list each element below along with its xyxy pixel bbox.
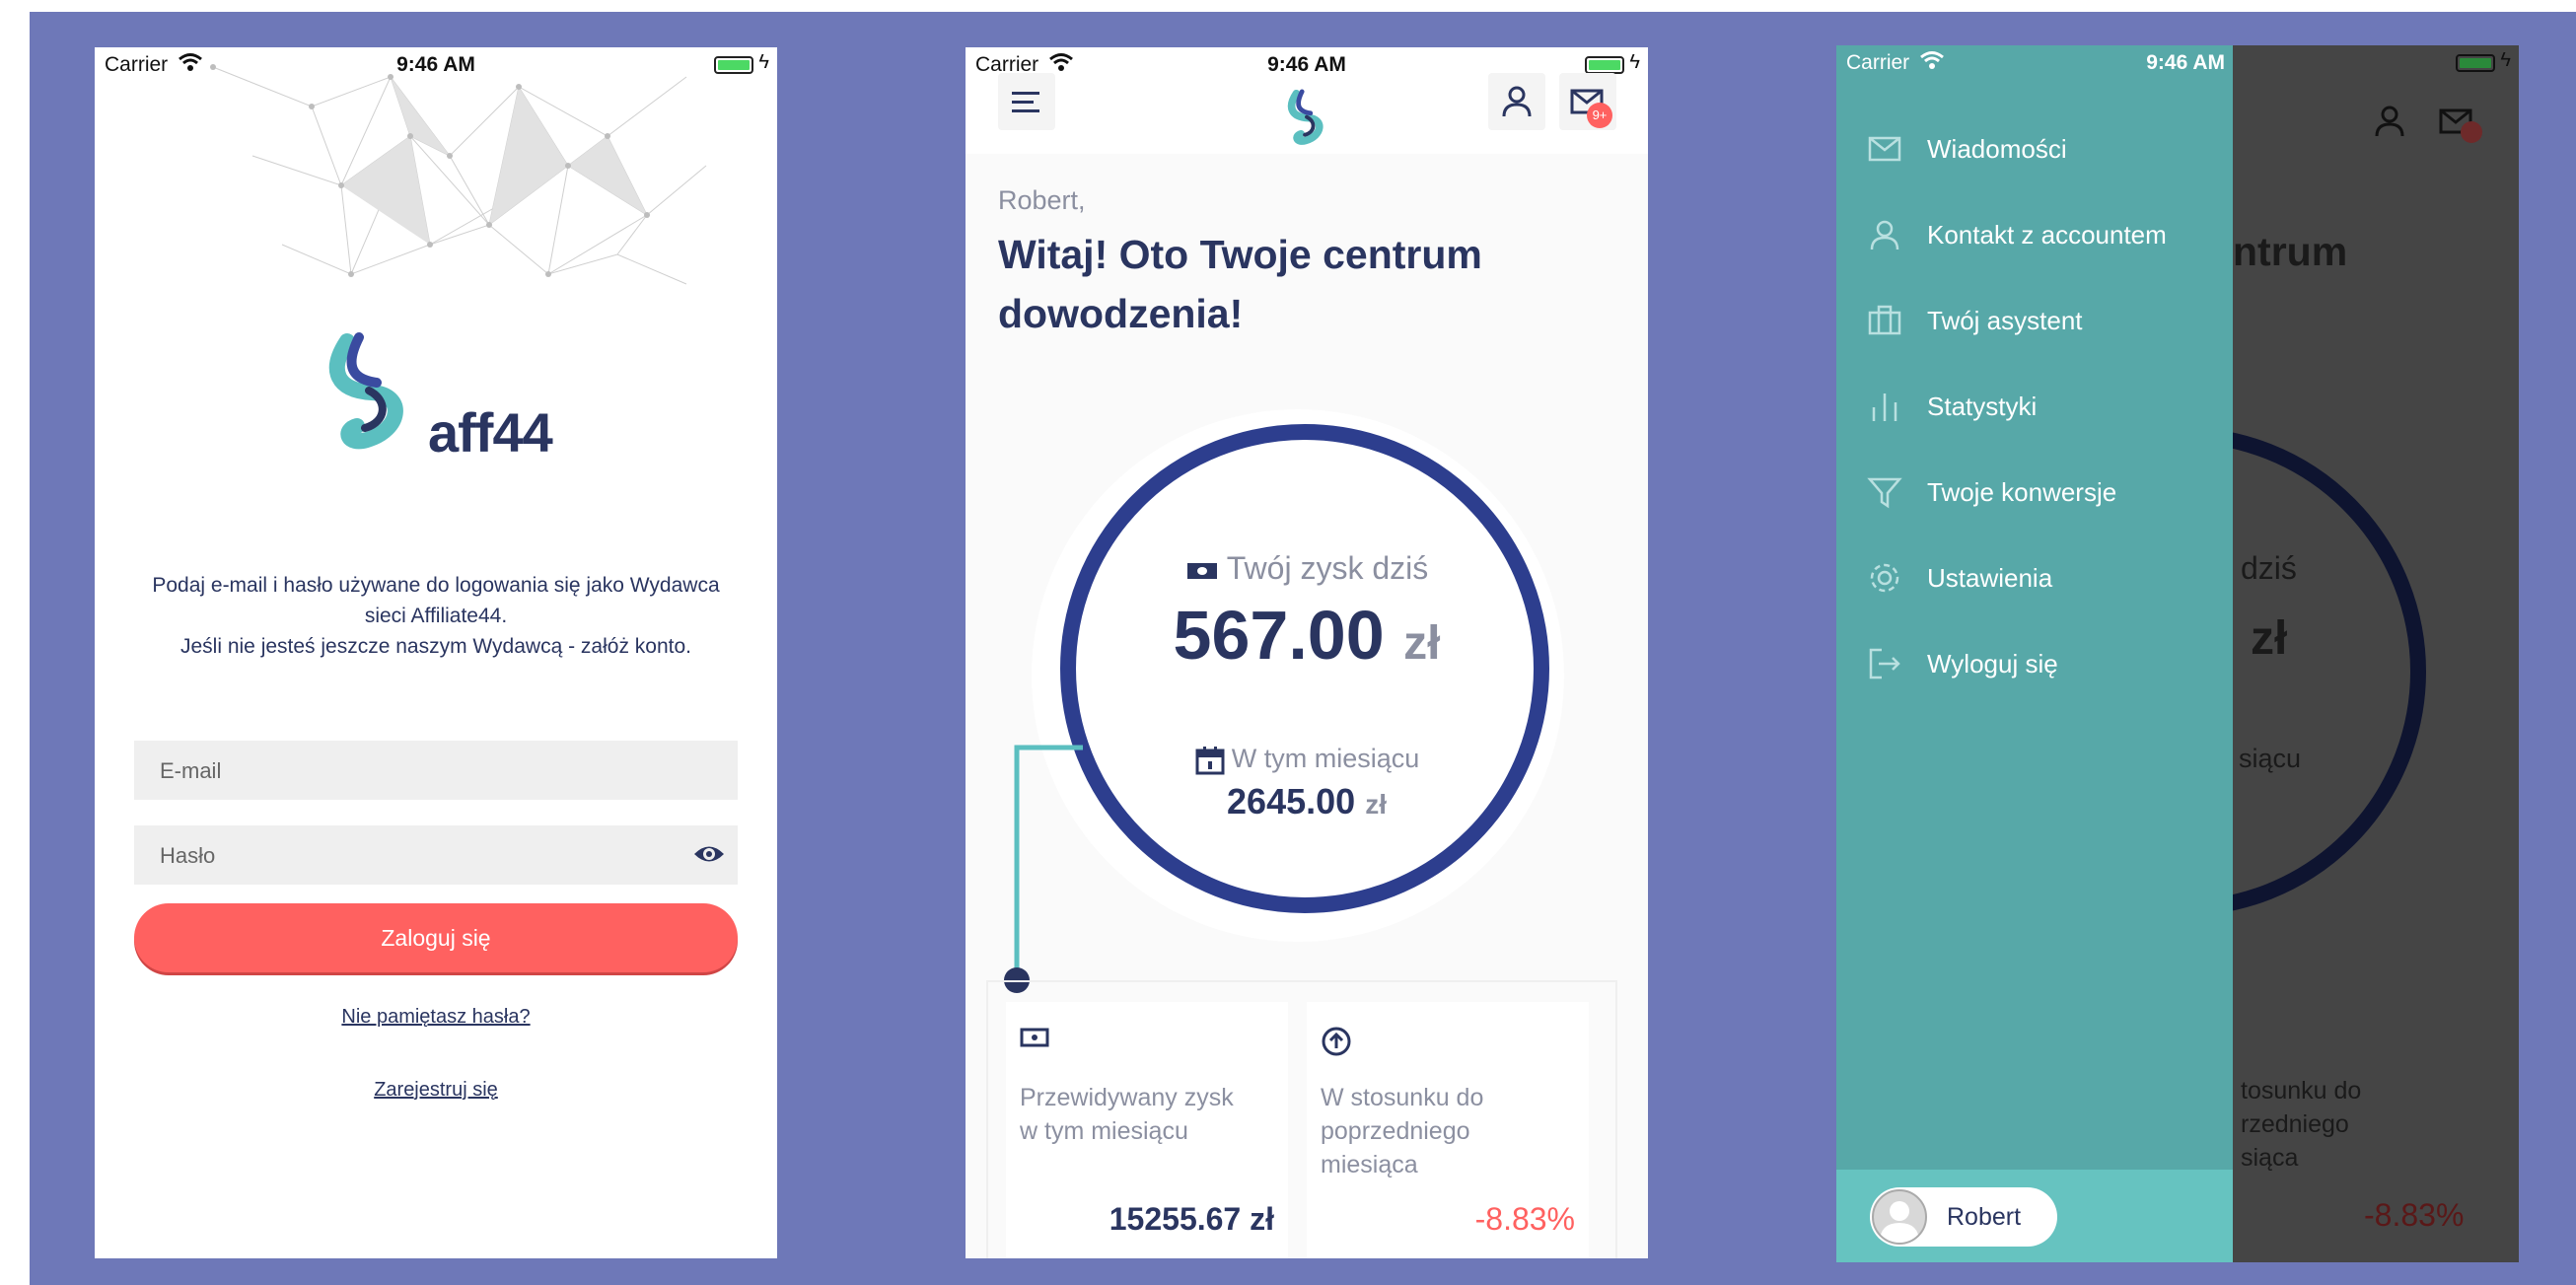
register-link-row: Zarejestruj się <box>95 1079 777 1102</box>
menu-item-label: Statystyki <box>1927 392 2038 421</box>
clock: 9:46 AM <box>396 53 475 76</box>
navigation-drawer: Carrier 9:46 AM Wiadomości Kontakt z acc… <box>1836 45 2233 1262</box>
menu-item-settings[interactable]: Ustawienia <box>1836 549 2233 608</box>
ring-connector-line <box>1004 745 1083 993</box>
email-field[interactable]: E-mail <box>134 741 738 800</box>
avatar-placeholder-icon <box>1880 1201 1919 1243</box>
gear-icon <box>1870 563 1899 593</box>
drawer-footer: Robert <box>1836 1170 2233 1262</box>
dimmed-month-label: siącu <box>2239 744 2302 773</box>
banknote-icon <box>1020 1028 1049 1047</box>
menu-item-conversions[interactable]: Twoje konwersje <box>1836 464 2233 523</box>
user-icon <box>1870 220 1899 250</box>
menu-item-label: Wiadomości <box>1927 134 2067 164</box>
eye-icon[interactable] <box>692 839 726 869</box>
clock: 9:46 AM <box>2146 51 2225 74</box>
menu-item-label: Wyloguj się <box>1927 649 2058 678</box>
comparison-label: W stosunku do poprzedniego miesiąca <box>1321 1084 1484 1178</box>
user-name: Robert <box>1947 1203 2022 1231</box>
dimmed-card-value: -8.83% <box>2364 1197 2465 1233</box>
drawer-screen: ntrum dziś zł siącu tosunku do rzedniego… <box>1836 45 2519 1262</box>
comparison-value: -8.83% <box>1474 1201 1575 1237</box>
avatar <box>1872 1189 1927 1245</box>
status-bar: ϟ <box>2233 45 2519 83</box>
charging-icon: ϟ <box>758 51 769 73</box>
intro-line: Podaj e-mail i hasło używane do logowani… <box>152 574 720 597</box>
menu-item-label: Kontakt z accountem <box>1927 220 2167 250</box>
calendar-icon <box>1195 746 1225 775</box>
dimmed-today-value: zł <box>2251 612 2288 665</box>
dimmed-card-label: tosunku do <box>2241 1077 2362 1105</box>
login-intro-text: Podaj e-mail i hasło używane do logowani… <box>134 570 738 662</box>
menu-item-label: Twój asystent <box>1927 306 2083 335</box>
status-bar: Carrier 9:46 AM <box>1836 45 2233 83</box>
user-icon <box>2375 106 2404 137</box>
battery-icon <box>2456 54 2495 72</box>
forecast-value: 15255.67 zł <box>1109 1201 1274 1237</box>
network-background-graphic <box>210 64 707 285</box>
month-profit-value: 2645.00 zł <box>966 781 1648 822</box>
password-field[interactable]: Hasło <box>134 825 738 885</box>
today-profit-amount: 567.00 <box>1173 597 1385 674</box>
dimmed-today-label: dziś <box>2241 550 2297 586</box>
menu-item-label: Twoje konwersje <box>1927 477 2117 507</box>
battery-icon <box>714 56 753 74</box>
carrier-label: Carrier <box>1846 51 1910 74</box>
forgot-password-link-row: Nie pamiętasz hasła? <box>95 1006 777 1029</box>
intro-line: Jeśli nie jesteś jeszcze naszym Wydawcą … <box>179 635 691 658</box>
forecast-label: Przewidywany zysk w tym miesiącu <box>1020 1084 1234 1145</box>
today-profit-label: Twój zysk dziś <box>966 550 1648 587</box>
intro-line: sieci Affiliate44. <box>364 605 508 627</box>
register-link[interactable]: Zarejestruj się <box>374 1079 498 1101</box>
today-profit-label-text: Twój zysk dziś <box>1226 550 1429 586</box>
mail-icon <box>2439 108 2482 143</box>
login-screen: Carrier 9:46 AM ϟ aff44 Podaj e-mail i h… <box>95 47 777 1258</box>
banknote-icon <box>1186 562 1217 579</box>
dimmed-card-label: rzedniego <box>2241 1110 2349 1138</box>
menu-item-assistant[interactable]: Twój asystent <box>1836 292 2233 351</box>
brand-name: aff44 <box>428 401 553 464</box>
menu-item-messages[interactable]: Wiadomości <box>1836 120 2233 179</box>
dashboard-screen: Carrier 9:46 AM ϟ 9+ Robert, Witaj! Oto … <box>966 47 1648 1258</box>
menu-item-label: Ustawienia <box>1927 563 2053 593</box>
bar-chart-icon <box>1872 393 1897 421</box>
currency-label: zł <box>1365 789 1387 820</box>
aff44-logo-icon <box>328 332 403 450</box>
dimmed-title: ntrum <box>2233 229 2348 274</box>
email-placeholder: E-mail <box>160 758 222 783</box>
menu-item-logout[interactable]: Wyloguj się <box>1836 635 2233 694</box>
month-profit-label-text: W tym miesiącu <box>1231 744 1420 773</box>
month-profit-amount: 2645.00 <box>1227 781 1356 821</box>
forecast-card[interactable]: Przewidywany zysk w tym miesiącu 15255.6… <box>1006 1002 1288 1258</box>
logout-icon <box>1869 648 1900 679</box>
briefcase-icon <box>1868 305 1901 335</box>
currency-label: zł <box>1403 617 1441 670</box>
password-placeholder: Hasło <box>160 843 216 868</box>
stats-cards: Przewidywany zysk w tym miesiącu 15255.6… <box>986 980 1617 1258</box>
mail-icon <box>1868 136 1901 162</box>
menu-item-statistics[interactable]: Statystyki <box>1836 378 2233 437</box>
status-bar: Carrier 9:46 AM ϟ <box>95 47 777 85</box>
charging-icon: ϟ <box>2500 49 2511 71</box>
forgot-password-link[interactable]: Nie pamiętasz hasła? <box>341 1006 530 1028</box>
user-profile-pill[interactable]: Robert <box>1870 1187 2057 1247</box>
login-button[interactable]: Zaloguj się <box>134 903 738 972</box>
wifi-icon <box>1920 51 1944 69</box>
filter-icon <box>1867 477 1902 509</box>
arrow-up-circle-icon <box>1322 1027 1351 1056</box>
today-profit-value: 567.00 zł <box>966 596 1648 675</box>
dimmed-card-label: siąca <box>2241 1144 2299 1172</box>
menu-item-account-contact[interactable]: Kontakt z accountem <box>1836 206 2233 265</box>
month-comparison-card[interactable]: W stosunku do poprzedniego miesiąca -8.8… <box>1307 1002 1589 1258</box>
month-profit-label: W tym miesiącu <box>966 744 1648 776</box>
